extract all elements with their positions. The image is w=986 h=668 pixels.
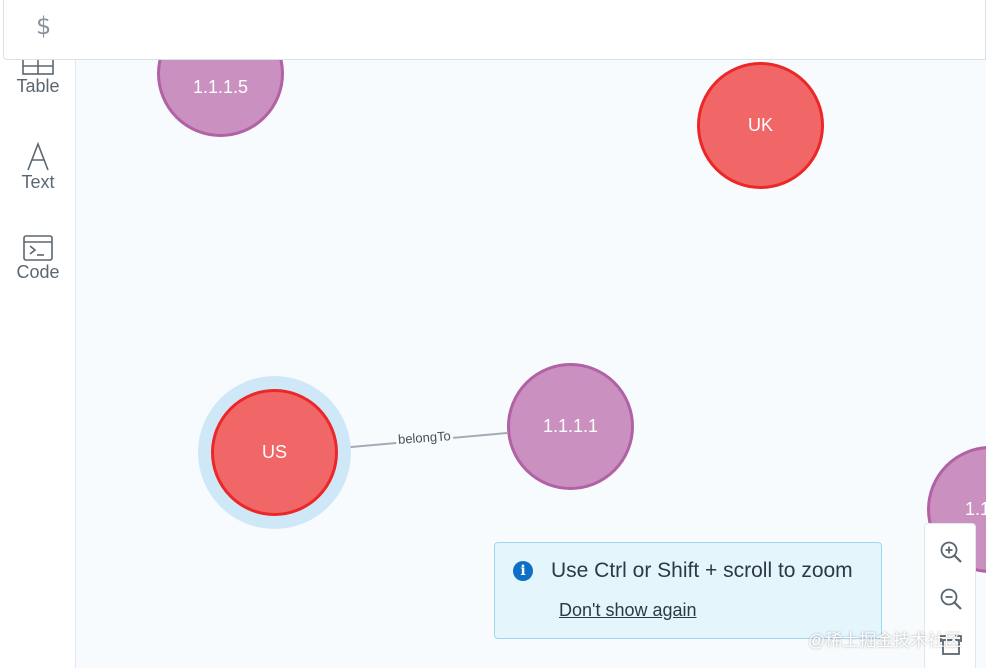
command-prompt: $ xyxy=(36,12,52,40)
app-root: $ Table Text Code belongTo 1.1.1.5 UK US… xyxy=(0,0,986,668)
node-label: US xyxy=(261,442,287,462)
sidebar-item-table[interactable]: Table xyxy=(0,60,76,97)
watermark-text: @稀土掘金技术社区 xyxy=(808,631,962,650)
info-icon: i xyxy=(513,561,533,581)
sidebar-item-code[interactable]: Code xyxy=(0,234,76,283)
graph-node-ip[interactable]: 1.1.1.1 xyxy=(507,363,634,490)
view-sidebar: Table Text Code xyxy=(0,60,76,668)
zoom-in-icon[interactable] xyxy=(937,538,965,566)
code-icon xyxy=(23,235,53,261)
sidebar-item-label: Code xyxy=(16,262,60,282)
graph-node-country-selected[interactable]: US xyxy=(211,389,338,516)
sidebar-item-label: Table xyxy=(16,76,60,96)
table-icon xyxy=(22,60,54,75)
node-label: UK xyxy=(747,115,773,135)
command-bar[interactable]: $ xyxy=(3,0,986,60)
text-icon xyxy=(27,142,49,171)
node-label: 1.1 xyxy=(965,499,986,519)
zoom-hint-message: Use Ctrl or Shift + scroll to zoom xyxy=(551,559,853,582)
node-label: 1.1.1.1 xyxy=(542,416,599,436)
sidebar-item-label: Text xyxy=(21,172,55,192)
node-label: 1.1.1.5 xyxy=(192,77,249,97)
graph-node-country[interactable]: UK xyxy=(697,62,824,189)
zoom-hint-banner: i Use Ctrl or Shift + scroll to zoom Don… xyxy=(494,542,882,639)
dont-show-again-link[interactable]: Don't show again xyxy=(559,600,697,621)
zoom-out-icon[interactable] xyxy=(937,585,965,613)
sidebar-item-text[interactable]: Text xyxy=(0,142,76,193)
